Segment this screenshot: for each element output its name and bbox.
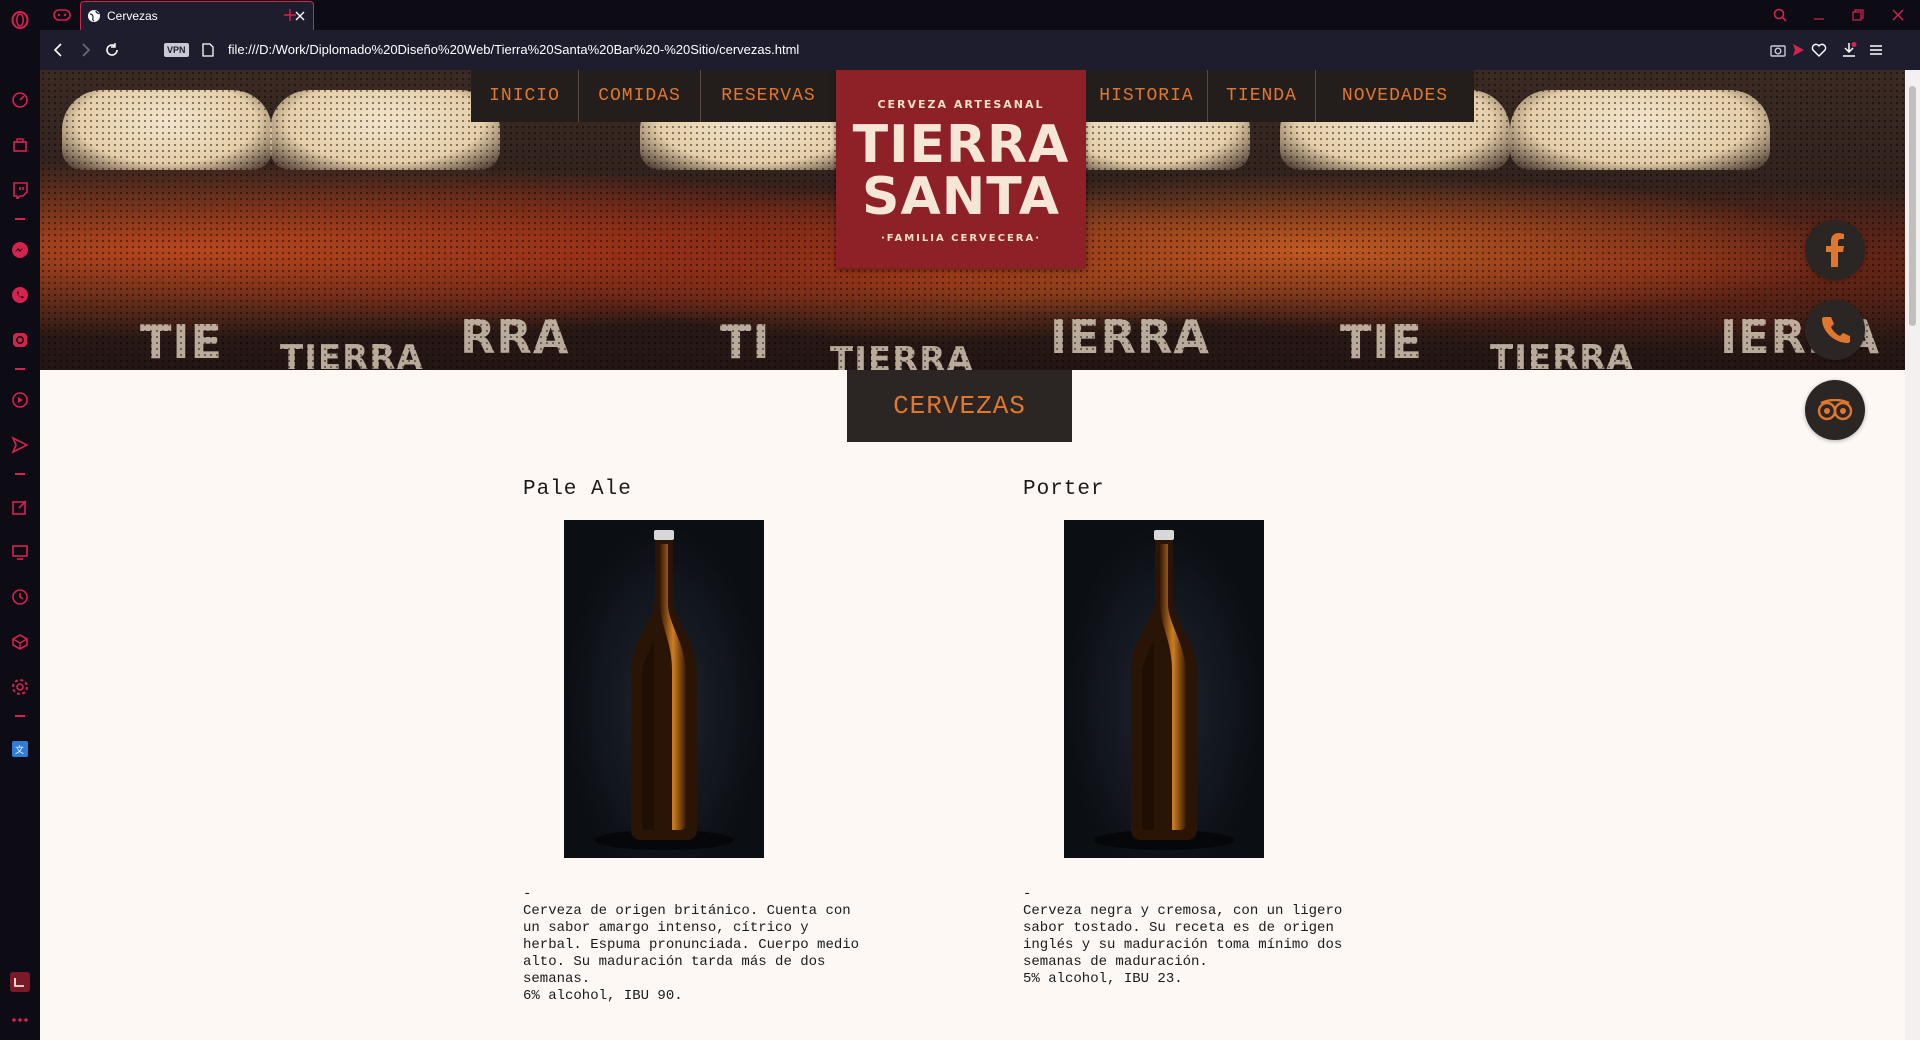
scrollbar-thumb[interactable] [1909,86,1916,326]
beer-description: - Cerveza negra y cremosa, con un ligero… [1023,886,1343,987]
url-field[interactable]: file:///D:/Work/Diplomado%20Diseño%20Web… [228,42,799,57]
whatsapp-icon[interactable] [8,283,32,307]
opera-logo-icon[interactable] [8,8,32,32]
browser-sidebar: 文 [0,0,40,1040]
site-logo[interactable]: CERVEZA ARTESANAL TIERRA SANTA ·FAMILIA … [836,70,1086,268]
logo-name-line2: SANTA [862,167,1060,227]
new-tab-icon[interactable] [278,3,302,27]
logo-tagline-top: CERVEZA ARTESANAL [877,98,1045,111]
tab-bar: Cervezas [40,0,1920,30]
beer-name: Porter [1023,478,1105,501]
tab-search-icon[interactable] [1768,3,1792,27]
tab-islands-icon[interactable] [8,540,32,564]
vpn-badge[interactable]: VPN [164,43,189,57]
page-title: CERVEZAS [847,370,1072,442]
logo-name-line1: TIERRA [852,115,1070,175]
reload-icon[interactable] [100,38,124,62]
svg-text:文: 文 [15,744,24,756]
sidebar-app-icon[interactable] [8,970,32,994]
tab-title: Cervezas [107,9,158,23]
more-icon[interactable] [8,1008,32,1032]
nav-comidas[interactable]: COMIDAS [579,70,701,122]
gamepad-icon[interactable] [50,3,74,27]
back-icon[interactable] [46,38,70,62]
beer-bottle-image [1064,520,1264,858]
file-icon [196,38,220,62]
tripadvisor-icon [1817,399,1853,421]
speed-dial-icon[interactable] [8,88,32,112]
minimize-window-icon[interactable] [1807,3,1831,27]
sidebar-separator [15,368,25,370]
restore-window-icon[interactable] [1846,3,1870,27]
page-scrollbar[interactable] [1905,70,1920,1040]
nav-inicio[interactable]: INICIO [471,70,579,122]
page-viewport: TIE TIERRA RRA TI TIERRA IERRA TIE TIERR… [40,70,1905,1040]
forward-icon[interactable] [74,38,98,62]
nav-historia[interactable]: HISTORIA [1086,70,1208,122]
translate-extension-icon[interactable]: 文 [8,737,32,761]
beer-card-porter: Porter - Cerveza negra y cremosa, con un… [1023,478,1463,987]
address-bar: VPN file:///D:/Work/Diplomado%20Diseño%2… [40,30,1920,70]
bookmark-heart-icon[interactable] [1807,38,1831,62]
messenger-icon[interactable] [8,238,32,262]
main-nav-right: HISTORIA TIENDA NOVEDADES [1086,70,1474,122]
workspaces-icon[interactable] [8,133,32,157]
pinboard-icon[interactable] [8,495,32,519]
phone-icon [1822,317,1850,343]
logo-tagline-bottom: ·FAMILIA CERVECERA· [880,233,1042,244]
sidebar-separator [15,715,25,717]
downloads-icon[interactable] [1837,38,1861,62]
facebook-icon [1826,233,1844,267]
easy-setup-icon[interactable] [1864,38,1888,62]
globe-icon [88,10,100,22]
beer-card-pale-ale: Pale Ale - Cerveza de origen británico. … [523,478,963,1004]
nav-novedades[interactable]: NOVEDADES [1316,70,1474,122]
sidebar-separator [15,473,25,475]
send-icon[interactable] [8,433,32,457]
main-nav-left: INICIO COMIDAS RESERVAS [471,70,836,122]
settings-icon[interactable] [8,675,32,699]
facebook-button[interactable] [1805,220,1865,280]
instagram-icon[interactable] [8,328,32,352]
beer-description: - Cerveza de origen británico. Cuenta co… [523,886,860,1004]
nav-tienda[interactable]: TIENDA [1208,70,1316,122]
nav-reservas[interactable]: RESERVAS [701,70,836,122]
player-icon[interactable] [8,388,32,412]
hero-banner: TIE TIERRA RRA TI TIERRA IERRA TIE TIERR… [40,70,1905,370]
twitch-icon[interactable] [8,178,32,202]
sidebar-separator [15,218,25,220]
beer-bottle-image [564,520,764,858]
history-icon[interactable] [8,585,32,609]
beer-name: Pale Ale [523,478,632,501]
close-window-icon[interactable] [1886,3,1910,27]
tripadvisor-button[interactable] [1805,380,1865,440]
phone-button[interactable] [1805,300,1865,360]
extensions-icon[interactable] [8,630,32,654]
